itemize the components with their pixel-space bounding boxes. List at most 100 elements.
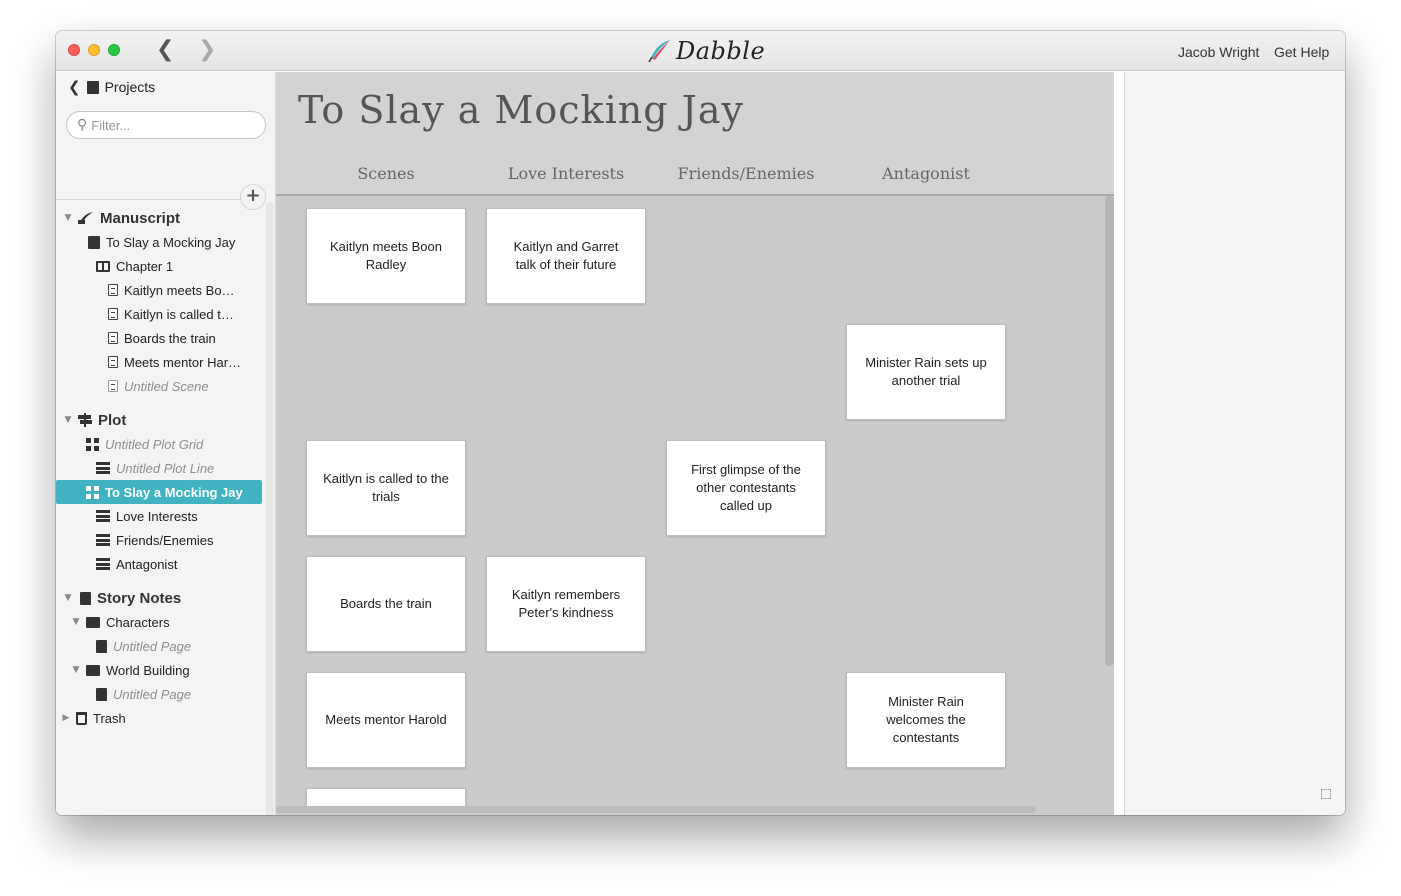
folder-icon (86, 616, 100, 628)
chevron-left-icon: ❮ (68, 78, 81, 96)
plot-card[interactable]: First glimpse of the other contestants c… (666, 440, 826, 536)
tree-item-folder[interactable]: ▼ Characters (56, 610, 264, 634)
tree-section-story-notes[interactable]: ▼ Story Notes (56, 586, 264, 610)
title-bar: ❮ ❯ Dabble Jacob Wright Get Help (56, 31, 1345, 71)
scene-document-icon (108, 356, 118, 368)
lines-icon (96, 558, 110, 570)
tree-section-trash[interactable]: ▶ Trash (56, 706, 264, 730)
tree-section-label: Story Notes (97, 589, 182, 607)
signpost-icon (78, 413, 92, 427)
tree-item-scene[interactable]: Boards the train (56, 326, 264, 350)
tree-item-folder[interactable]: ▼ World Building (56, 658, 264, 682)
tree-item-book[interactable]: To Slay a Mocking Jay (56, 230, 264, 254)
help-link[interactable]: Get Help (1274, 44, 1329, 60)
tree-item-label: Love Interests (116, 508, 198, 524)
tree-item-label: Untitled Page (113, 686, 192, 702)
tree-item-scene[interactable]: Meets mentor Har… (56, 350, 264, 374)
open-book-icon (96, 260, 110, 272)
tree-item-label: Kaitlyn meets Bo… (124, 282, 235, 298)
plot-card[interactable]: Kaitlyn and Garret talk of their future (486, 208, 646, 304)
plot-grid-board: To Slay a Mocking Jay Scenes Love Intere… (276, 72, 1114, 815)
app-logo-text: Dabble (676, 37, 766, 65)
tree-item-label: To Slay a Mocking Jay (106, 234, 236, 250)
tree-item-scene[interactable]: Kaitlyn is called t… (56, 302, 264, 326)
plot-card[interactable] (306, 788, 466, 808)
resize-icon[interactable] (1321, 789, 1331, 799)
folder-icon (86, 664, 100, 676)
zoom-window-button[interactable] (108, 44, 120, 56)
tree-section-manuscript[interactable]: ▼ Manuscript (56, 206, 264, 230)
disclosure-open-icon[interactable]: ▼ (62, 415, 74, 425)
tree-item-label: Untitled Plot Grid (105, 436, 204, 452)
close-window-button[interactable] (68, 44, 80, 56)
notebook-icon (80, 591, 91, 605)
tree-item-label: Untitled Plot Line (116, 460, 215, 476)
tree-item-plot-grid[interactable]: Untitled Plot Grid (56, 432, 264, 456)
board-header: To Slay a Mocking Jay Scenes Love Intere… (276, 72, 1114, 196)
tree-item-plot-line[interactable]: Friends/Enemies (56, 528, 264, 552)
tree-item-label: Meets mentor Har… (124, 354, 242, 370)
disclosure-open-icon[interactable]: ▼ (70, 617, 82, 627)
forward-arrow-icon[interactable]: ❯ (198, 39, 216, 61)
disclosure-open-icon[interactable]: ▼ (62, 593, 74, 603)
trash-icon (76, 711, 87, 725)
filter-input[interactable]: ⚲ Filter... (66, 111, 266, 139)
tree-item-label: Kaitlyn is called t… (124, 306, 234, 322)
tree-item-plot-grid-selected[interactable]: To Slay a Mocking Jay (56, 480, 262, 504)
lines-icon (96, 534, 110, 546)
tree-item-scene[interactable]: Untitled Scene (56, 374, 264, 398)
tree-section-label: Manuscript (100, 209, 181, 227)
plot-card[interactable]: Meets mentor Harold (306, 672, 466, 768)
tree-item-plot-line[interactable]: Antagonist (56, 552, 264, 576)
scene-document-icon (108, 308, 118, 320)
tree-item-page[interactable]: Untitled Page (56, 634, 264, 658)
tree-section-plot[interactable]: ▼ Plot (56, 408, 264, 432)
column-header-scenes[interactable]: Scenes (306, 164, 466, 183)
plot-card[interactable]: Kaitlyn meets Boon Radley (306, 208, 466, 304)
disclosure-open-icon[interactable]: ▼ (62, 213, 74, 223)
minimize-window-button[interactable] (88, 44, 100, 56)
quill-icon (78, 212, 93, 224)
tree-item-page[interactable]: Untitled Page (56, 682, 264, 706)
tree-item-label: Boards the train (124, 330, 216, 346)
plot-card[interactable]: Minister Rain sets up another trial (846, 324, 1006, 420)
disclosure-open-icon[interactable]: ▼ (70, 665, 82, 675)
column-header-love-interests[interactable]: Love Interests (486, 164, 646, 183)
tree-item-label: Untitled Scene (124, 378, 209, 394)
plot-card[interactable]: Minister Rain welcomes the contestants (846, 672, 1006, 768)
sidebar-divider (56, 199, 266, 200)
scene-document-icon (108, 332, 118, 344)
sidebar-scrollbar[interactable] (266, 202, 274, 815)
back-arrow-icon[interactable]: ❮ (156, 39, 174, 61)
disclosure-closed-icon[interactable]: ▶ (60, 713, 72, 723)
column-header-antagonist[interactable]: Antagonist (846, 164, 1006, 183)
plot-card[interactable]: Kaitlyn is called to the trials (306, 440, 466, 536)
grid-icon (86, 437, 99, 451)
tree-item-label: Antagonist (116, 556, 178, 572)
plot-card[interactable]: Kaitlyn remembers Peter's kindness (486, 556, 646, 652)
tree-item-label: To Slay a Mocking Jay (105, 484, 243, 500)
page-icon (96, 687, 107, 701)
projects-back-button[interactable]: ❮ Projects (56, 72, 276, 102)
tree-item-scene[interactable]: Kaitlyn meets Bo… (56, 278, 264, 302)
plot-card[interactable]: Boards the train (306, 556, 466, 652)
book-icon (86, 80, 99, 94)
board-horizontal-scrollbar[interactable] (276, 806, 1036, 813)
tree-item-chapter[interactable]: Chapter 1 (56, 254, 264, 278)
board-vertical-scrollbar[interactable] (1105, 196, 1114, 666)
tree-section-label: Trash (93, 710, 126, 726)
tree-item-label: Friends/Enemies (116, 532, 214, 548)
grid-icon (86, 485, 99, 499)
search-icon: ⚲ (77, 117, 88, 133)
details-panel (1124, 72, 1345, 815)
board-title[interactable]: To Slay a Mocking Jay (298, 88, 744, 132)
tree-item-plot-line[interactable]: Untitled Plot Line (56, 456, 264, 480)
tree-section-label: Plot (98, 411, 127, 429)
column-header-friends-enemies[interactable]: Friends/Enemies (666, 164, 826, 183)
tree-item-plot-line[interactable]: Love Interests (56, 504, 264, 528)
lines-icon (96, 462, 110, 474)
user-menu-link[interactable]: Jacob Wright (1178, 44, 1259, 60)
book-icon (88, 235, 100, 249)
lines-icon (96, 510, 110, 522)
sidebar: ❮ Projects ⚲ Filter... + ▼ Manuscript To… (56, 72, 276, 815)
